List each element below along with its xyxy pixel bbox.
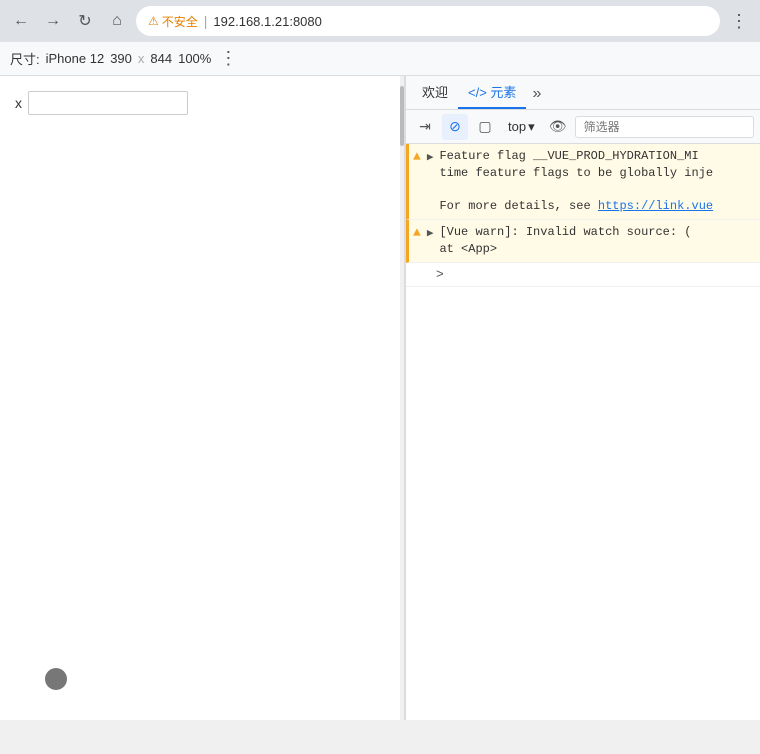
warn-icon-1: ▲ — [413, 149, 421, 164]
top-context-selector[interactable]: top ▾ — [502, 116, 541, 138]
reload-button[interactable]: ↻ — [72, 8, 98, 34]
x-input[interactable] — [28, 91, 188, 115]
console-message-2: ▲ ▶ [Vue warn]: Invalid watch source: ( … — [406, 220, 760, 263]
browser-chrome: ← → ↻ ⌂ ⚠ 不安全 | 192.168.1.21:8080 ⋮ 尺寸: … — [0, 0, 760, 76]
console-message-1: ▲ ▶ Feature flag __VUE_PROD_HYDRATION_MI… — [406, 144, 760, 220]
msg-text-1: Feature flag __VUE_PROD_HYDRATION_MI tim… — [439, 148, 754, 215]
tab-elements[interactable]: </> 元素 — [458, 76, 526, 109]
main-area: x 欢迎 </> 元素 » ⇥ ⊘ ▢ top ▾ 👁 — [0, 76, 760, 720]
home-button[interactable]: ⌂ — [104, 8, 130, 34]
device-name: iPhone 12 — [46, 51, 105, 66]
devtools-tabs: 欢迎 </> 元素 » — [406, 76, 760, 110]
device-height[interactable]: 844 — [150, 51, 172, 66]
expand-arrow-2[interactable]: ▶ — [427, 226, 434, 240]
device-toolbar: 尺寸: iPhone 12 390 x 844 100% ⋮ — [0, 42, 760, 76]
forward-button[interactable]: → — [40, 8, 66, 34]
top-dropdown-icon: ▾ — [528, 119, 535, 135]
expand-arrow-1[interactable]: ▶ — [427, 150, 434, 164]
url-text: 192.168.1.21:8080 — [213, 14, 708, 29]
msg-line-3: For more details, see — [439, 199, 597, 213]
address-bar[interactable]: ⚠ 不安全 | 192.168.1.21:8080 — [136, 6, 720, 36]
tab-welcome[interactable]: 欢迎 — [412, 76, 458, 109]
console-expand-row[interactable]: > — [406, 263, 760, 287]
security-text: 不安全 — [162, 13, 198, 30]
devtools-square-icon-btn[interactable]: ▢ — [472, 114, 498, 140]
device-width[interactable]: 390 — [110, 51, 132, 66]
msg-line-1: Feature flag __VUE_PROD_HYDRATION_MI — [439, 149, 698, 163]
devtools-eye-btn[interactable]: 👁 — [545, 114, 571, 140]
back-button[interactable]: ← — [8, 8, 34, 34]
devtools-block-icon-btn[interactable]: ⊘ — [442, 114, 468, 140]
scroll-bar — [400, 76, 404, 720]
browser-menu-button[interactable]: ⋮ — [726, 8, 752, 34]
msg-link-1[interactable]: https://link.vue — [598, 199, 713, 213]
warn-icon-2: ▲ — [413, 225, 421, 240]
devtools-panel: 欢迎 </> 元素 » ⇥ ⊘ ▢ top ▾ 👁 ▲ ▶ Feature fl… — [405, 76, 760, 720]
x-label: x — [15, 95, 22, 111]
mobile-viewport: x — [0, 76, 405, 720]
expand-chevron: > — [436, 267, 444, 282]
device-zoom[interactable]: 100% — [178, 51, 211, 66]
device-toolbar-left: 尺寸: iPhone 12 390 x 844 100% ⋮ — [10, 46, 750, 71]
mobile-content: x — [0, 76, 404, 130]
browser-toolbar: ← → ↻ ⌂ ⚠ 不安全 | 192.168.1.21:8080 ⋮ — [0, 0, 760, 42]
devtools-filter-input[interactable] — [575, 116, 754, 138]
device-more-button[interactable]: ⋮ — [217, 46, 239, 71]
security-warning: ⚠ 不安全 — [148, 13, 198, 30]
devtools-top-bar: ⇥ ⊘ ▢ top ▾ 👁 — [406, 110, 760, 144]
device-x-separator: x — [138, 51, 145, 66]
top-label: top — [508, 119, 526, 134]
msg-line-4: [Vue warn]: Invalid watch source: ( — [439, 225, 691, 239]
label-x: x — [15, 91, 188, 115]
circle-indicator — [45, 668, 67, 690]
scroll-thumb[interactable] — [400, 86, 404, 146]
console-area: ▲ ▶ Feature flag __VUE_PROD_HYDRATION_MI… — [406, 144, 760, 720]
msg-text-2: [Vue warn]: Invalid watch source: ( at <… — [439, 224, 754, 258]
device-size-label: 尺寸: — [10, 49, 40, 68]
devtools-forward-icon-btn[interactable]: ⇥ — [412, 114, 438, 140]
separator: | — [204, 13, 208, 29]
msg-line-5: at <App> — [439, 242, 497, 256]
msg-line-2: time feature flags to be globally inje — [439, 166, 713, 180]
warning-icon: ⚠ — [148, 14, 159, 28]
tab-overflow-button[interactable]: » — [528, 79, 545, 109]
